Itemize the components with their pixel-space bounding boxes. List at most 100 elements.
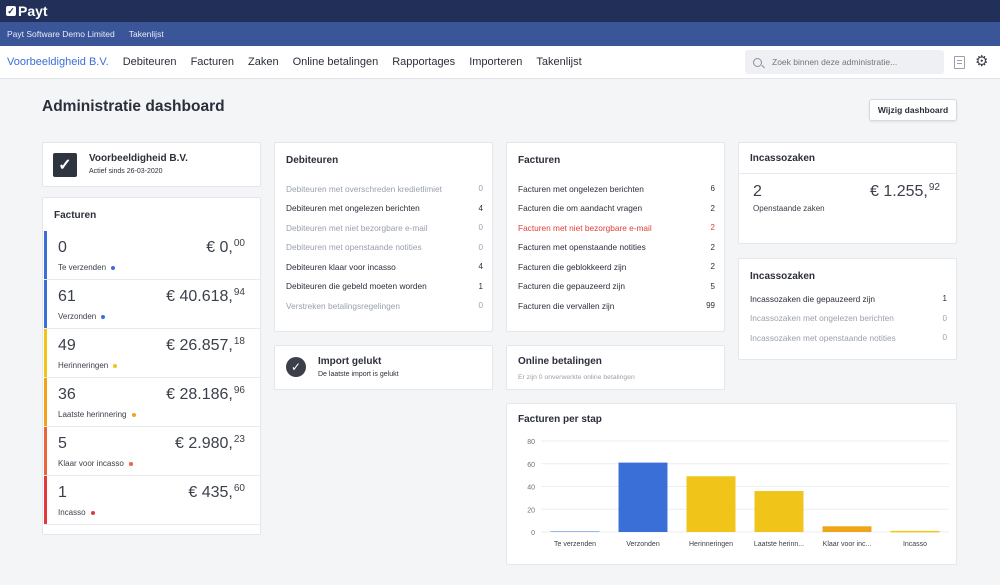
list-item[interactable]: Debiteuren met overschreden kredietlimie… [286,179,483,199]
list-item-count: 1 [942,294,947,304]
nav-item-online-betalingen[interactable]: Online betalingen [293,56,379,68]
incasso-summary-card[interactable]: Incassozaken 2 Openstaande zaken € 1.255… [738,142,957,244]
status-bar [44,476,47,524]
list-item-count: 0 [478,242,483,252]
card-title: Debiteuren [286,155,339,166]
list-item[interactable]: Facturen die om aandacht vragen 2 [518,199,715,219]
list-item[interactable]: Facturen die geblokkeerd zijn 2 [518,257,715,277]
y-tick-label: 40 [527,485,535,492]
y-tick-label: 0 [531,530,535,537]
list-item[interactable]: Incassozaken met ongelezen berichten 0 [750,309,947,329]
nav-item-zaken[interactable]: Zaken [248,56,279,68]
gear-icon[interactable]: ⚙ [975,54,988,69]
x-tick-label: Laatste herinn... [754,541,804,548]
chart-bar[interactable] [822,526,872,532]
org-link[interactable]: Payt Software Demo Limited [7,29,115,39]
stat-label: Klaar voor incasso [58,459,133,468]
stat-label: Incasso [58,508,95,517]
list-item[interactable]: Debiteuren met openstaande notities 0 [286,238,483,258]
list-item[interactable]: Incassozaken met openstaande notities 0 [750,328,947,348]
stat-amount: € 435,60 [188,483,245,501]
list-item-label: Facturen die gepauzeerd zijn [518,281,626,292]
card-title: Online betalingen [518,356,602,367]
facturen-stat-row[interactable]: 36 Laatste herinnering € 28.186,96 [44,378,261,427]
nav-item-rapportages[interactable]: Rapportages [392,56,455,68]
y-tick-label: 20 [527,507,535,514]
stat-amount: € 26.857,18 [166,336,245,354]
list-item-label: Facturen die geblokkeerd zijn [518,261,627,272]
list-item-count: 2 [710,262,715,272]
chart-bar[interactable] [754,491,804,532]
card-title: Facturen [54,210,97,221]
list-item-label: Facturen die om aandacht vragen [518,203,643,214]
list-item-label: Facturen met openstaande notities [518,242,646,253]
top-bar: ✓ Payt [0,0,1000,22]
facturen-stat-row[interactable]: 5 Klaar voor incasso € 2.980,23 [44,427,261,476]
logo-text: Payt [18,3,48,19]
company-active-since: Actief sinds 26-03-2020 [89,168,163,175]
search-icon [753,57,762,67]
card-title: Facturen [518,155,561,166]
nav-item-takenlijst[interactable]: Takenlijst [536,56,581,68]
list-item-count: 99 [706,301,715,311]
list-item-label: Facturen die vervallen zijn [518,300,615,311]
facturen-stat-row[interactable]: 0 Te verzenden € 0,00 [44,231,261,280]
list-item[interactable]: Debiteuren klaar voor incasso 4 [286,257,483,277]
chart-bar[interactable] [550,531,600,533]
list-item[interactable]: Incassozaken die gepauzeerd zijn 1 [750,289,947,309]
search-box[interactable] [745,50,944,74]
facturen-stat-row[interactable]: 61 Verzonden € 40.618,94 [44,280,261,329]
chart-bar[interactable] [686,476,736,532]
online-payments-card[interactable]: Online betalingen Er zijn 0 onverwerkte … [506,345,725,390]
status-bar [44,378,47,426]
list-item-count: 4 [478,262,483,272]
list-item[interactable]: Facturen met ongelezen berichten 6 [518,179,715,199]
stat-count: 1 [58,484,67,501]
list-item[interactable]: Facturen met niet bezorgbare e-mail 2 [518,218,715,238]
list-item-label: Incassozaken met ongelezen berichten [750,313,894,324]
app-logo[interactable]: ✓ Payt [6,3,48,19]
y-tick-label: 80 [527,439,535,446]
list-item-count: 0 [942,313,947,323]
list-item-label: Debiteuren met openstaande notities [286,242,422,253]
list-item[interactable]: Facturen die vervallen zijn 99 [518,296,715,316]
list-item[interactable]: Debiteuren die gebeld moeten worden 1 [286,277,483,297]
list-item-label: Debiteuren die gebeld moeten worden [286,281,427,292]
chart-bar[interactable] [890,530,940,533]
debiteuren-card: Debiteuren Debiteuren met overschreden k… [274,142,493,332]
divider [739,173,956,174]
stat-label: Laatste herinnering [58,410,136,419]
notes-icon[interactable] [954,56,965,69]
bar-chart: 0 20 40 60 80 Te verzenden Verzonden Herinnerin… [527,439,949,548]
list-item[interactable]: Verstreken betalingsregelingen 0 [286,296,483,316]
page-title: Administratie dashboard [42,98,225,115]
list-item-label: Incassozaken die gepauzeerd zijn [750,293,875,304]
card-title: Incassozaken [750,153,816,164]
facturen-stat-row[interactable]: 49 Herinneringen € 26.857,18 [44,329,261,378]
card-title: Incassozaken [750,271,816,282]
import-subtitle: De laatste import is gelukt [318,371,399,378]
list-item[interactable]: Facturen met openstaande notities 2 [518,238,715,258]
status-bar [44,280,47,328]
x-tick-label: Herinneringen [689,541,733,548]
chart-bar[interactable] [618,462,668,532]
checkmark-icon: ✓ [53,153,77,177]
tasks-link[interactable]: Takenlijst [129,29,164,39]
nav-item-debiteuren[interactable]: Debiteuren [123,56,177,68]
incasso-list-card: Incassozaken Incassozaken die gepauzeerd… [738,258,957,360]
x-tick-label: Klaar voor inc... [823,541,872,548]
list-item[interactable]: Facturen die gepauzeerd zijn 5 [518,277,715,297]
status-dot [131,412,136,417]
list-item-count: 0 [478,223,483,233]
list-item[interactable]: Debiteuren met ongelezen berichten 4 [286,199,483,219]
main-nav: Voorbeeldigheid B.V. Debiteuren Facturen… [0,46,1000,79]
nav-item-facturen[interactable]: Facturen [191,56,234,68]
nav-item-importeren[interactable]: Importeren [469,56,522,68]
list-item[interactable]: Debiteuren met niet bezorgbare e-mail 0 [286,218,483,238]
nav-item-administration[interactable]: Voorbeeldigheid B.V. [7,56,109,68]
facturen-stat-row[interactable]: 1 Incasso € 435,60 [44,476,261,525]
edit-dashboard-button[interactable]: Wijzig dashboard [869,99,957,121]
search-input[interactable] [772,57,942,67]
list-item-label: Facturen met ongelezen berichten [518,183,644,194]
list-item-label: Debiteuren met ongelezen berichten [286,203,420,214]
